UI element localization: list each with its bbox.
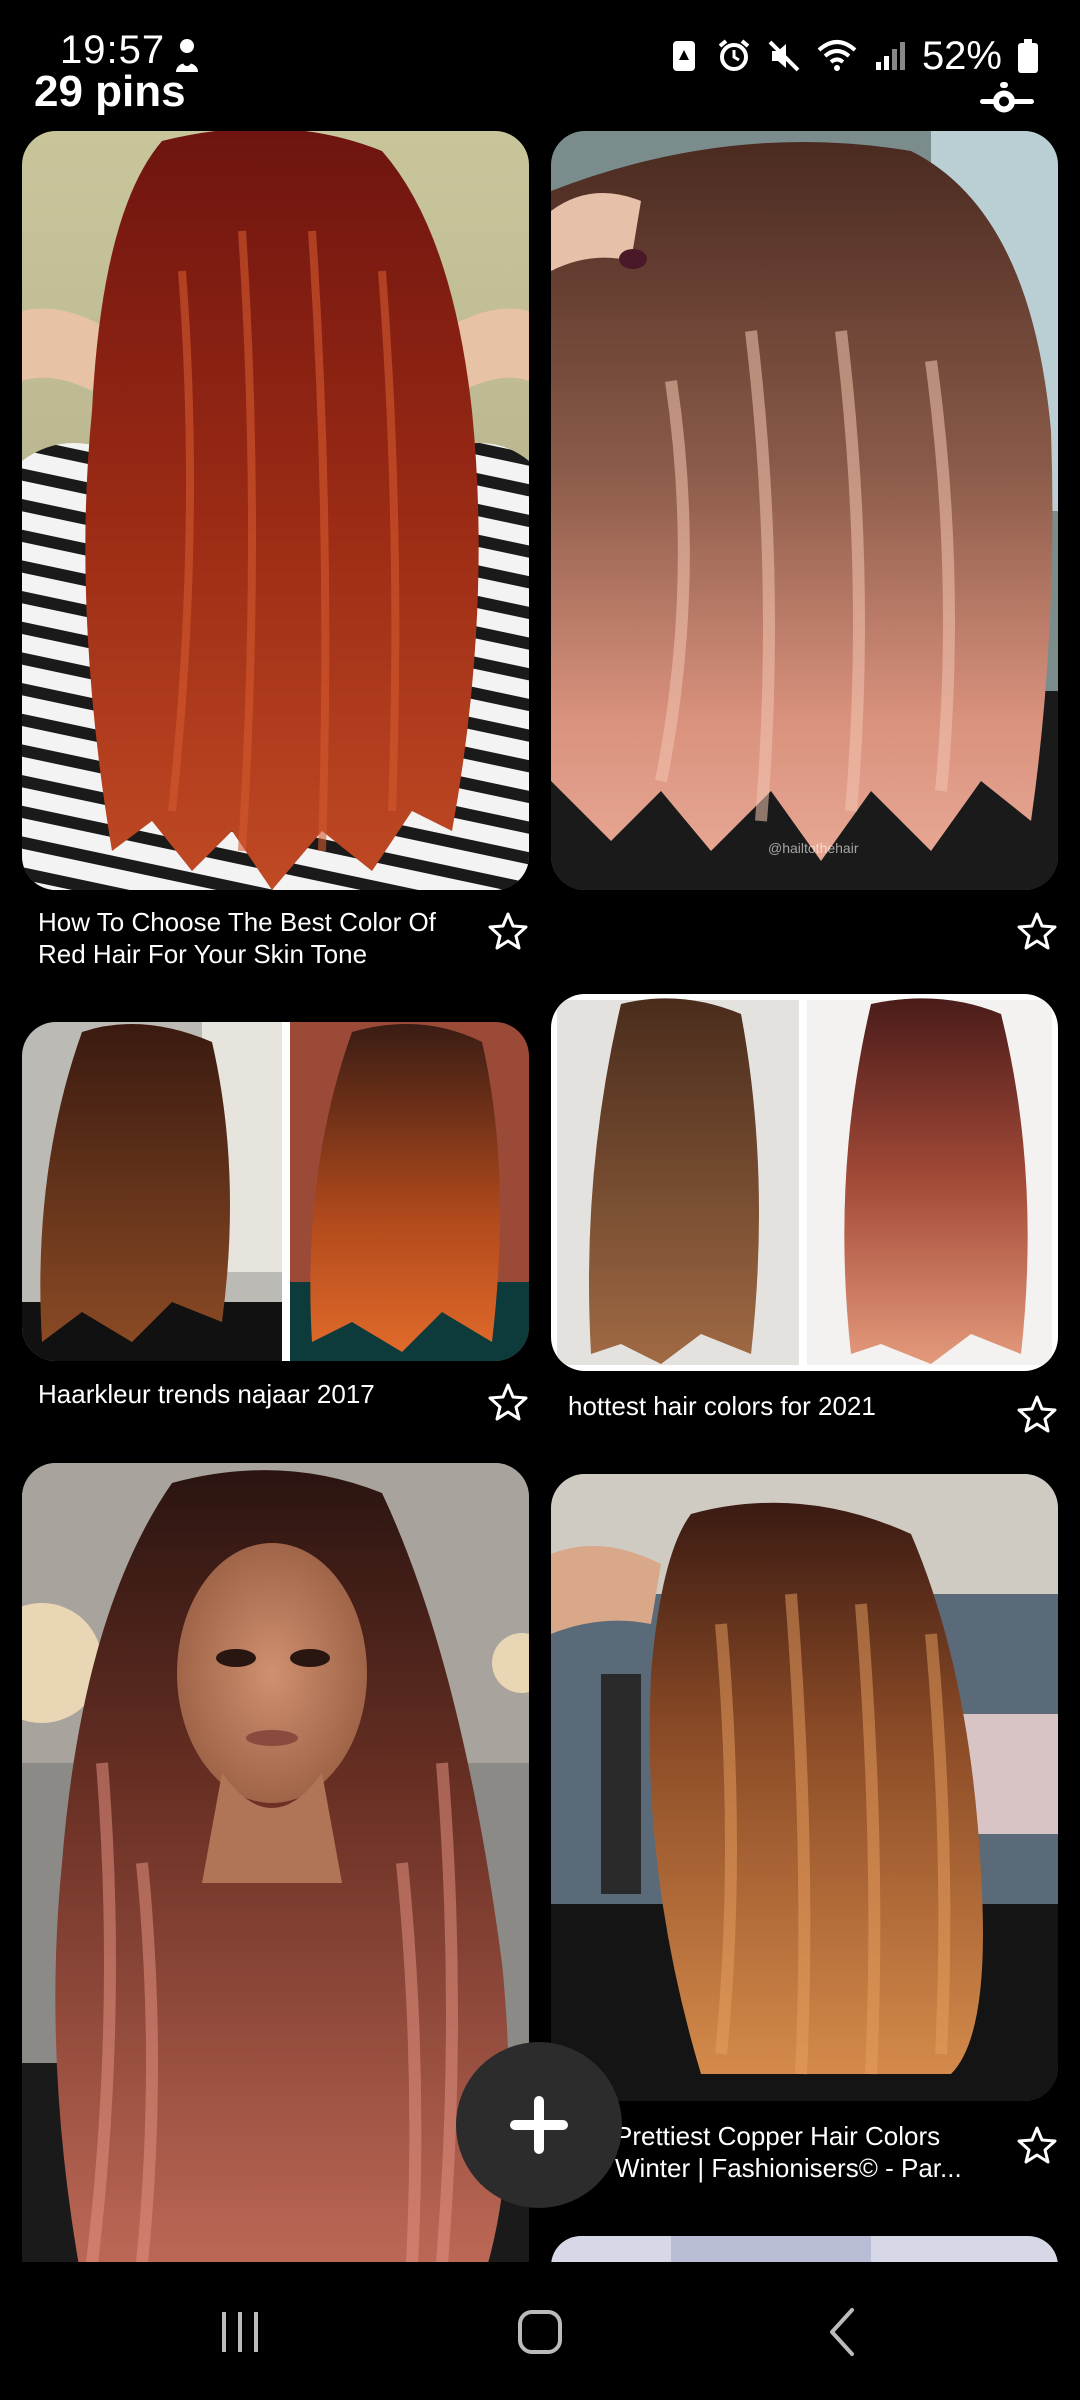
- recents-icon[interactable]: [210, 2302, 270, 2362]
- save-star-icon[interactable]: [488, 1382, 528, 1422]
- pin-image[interactable]: [551, 994, 1058, 1371]
- navigation-bar: [0, 2262, 1080, 2400]
- pin-image[interactable]: [551, 1474, 1058, 2101]
- home-icon[interactable]: [510, 2302, 570, 2362]
- pin-title: Prettiest Copper Hair Colors Winter | Fa…: [615, 2121, 962, 2183]
- pin-title: hottest hair colors for 2021: [568, 1391, 876, 1421]
- pin-image[interactable]: [22, 1463, 529, 2283]
- back-icon[interactable]: [814, 2302, 874, 2362]
- pin-image[interactable]: [551, 131, 1058, 890]
- pin-card[interactable]: hottest hair colors for 2021: [540, 970, 1080, 1450]
- pin-card[interactable]: @hailtothehair: [540, 0, 1080, 1000]
- save-star-icon[interactable]: [1017, 1394, 1057, 1434]
- pin-title: How To Choose The Best Color Of Red Hair…: [38, 907, 436, 969]
- pin-title: Haarkleur trends najaar 2017: [38, 1379, 375, 1409]
- create-pin-button[interactable]: [456, 2042, 622, 2208]
- pin-card[interactable]: How To Choose The Best Color Of Red Hair…: [0, 0, 540, 1000]
- pin-image[interactable]: [22, 1022, 529, 1361]
- pin-card[interactable]: Haarkleur trends najaar 2017: [0, 1000, 540, 1440]
- save-star-icon[interactable]: [1017, 2125, 1057, 2165]
- pin-image[interactable]: [22, 131, 529, 890]
- plus-icon: [510, 2096, 568, 2154]
- pin-card[interactable]: [540, 2230, 1080, 2296]
- save-star-icon[interactable]: [488, 911, 528, 951]
- save-star-icon[interactable]: [1017, 911, 1057, 951]
- image-watermark: @hailtothehair: [768, 840, 859, 856]
